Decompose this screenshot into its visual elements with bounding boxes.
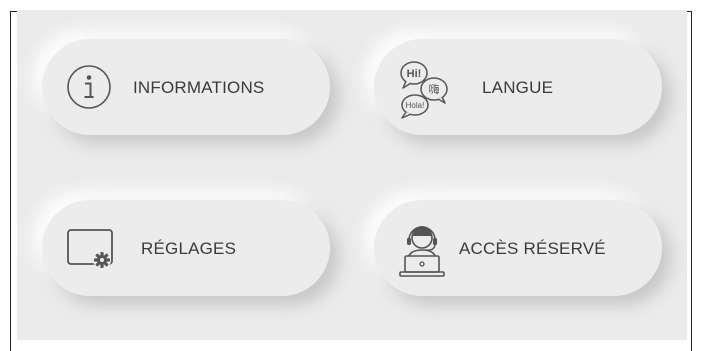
screen-gear-icon (67, 229, 113, 269)
bubble-hi-text: Hi! (407, 68, 422, 80)
informations-button[interactable]: INFORMATIONS (42, 39, 330, 135)
reglages-label: RÉGLAGES (141, 239, 237, 258)
acces-reserve-button[interactable]: ACCÈS RÉSERVÉ (374, 200, 662, 296)
speech-bubbles-icon: Hi! 嗨 Hola! (400, 61, 448, 119)
bubble-hola-text: Hola! (406, 101, 425, 110)
info-icon (67, 65, 111, 109)
langue-button[interactable]: Hi! 嗨 Hola! LANGUE (374, 39, 662, 135)
bubble-chinese-text: 嗨 (429, 82, 440, 96)
langue-label: LANGUE (482, 78, 554, 97)
support-agent-icon (399, 226, 445, 277)
reglages-button[interactable]: RÉGLAGES (42, 200, 330, 296)
informations-label: INFORMATIONS (133, 78, 265, 97)
acces-reserve-label: ACCÈS RÉSERVÉ (459, 239, 606, 258)
